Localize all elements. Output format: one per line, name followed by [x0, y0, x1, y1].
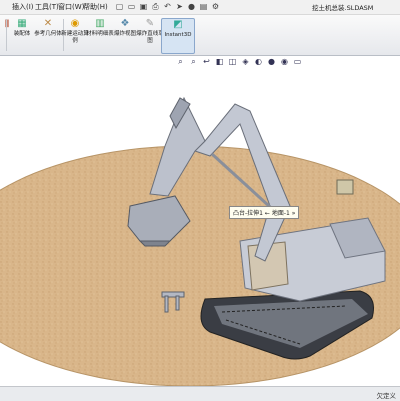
- status-bar: 欠定义: [0, 386, 400, 401]
- rebuild-icon[interactable]: ●: [186, 1, 197, 12]
- reference-geometry-label: 参考几何体: [34, 31, 62, 37]
- assembly-feature-label: 装配体: [13, 31, 31, 37]
- document-title: 挖土机总装.SLDASM: [312, 4, 374, 12]
- save-icon[interactable]: ▣: [138, 1, 149, 12]
- instant3d-icon: ◩: [173, 19, 183, 30]
- new-motion-study-icon: ◉: [70, 18, 80, 29]
- reference-geometry-icon: ✕: [43, 18, 53, 29]
- menu-help[interactable]: 帮助(H): [83, 2, 108, 12]
- command-manager: ▮ ▦ 装配体 ✕ 参考几何体 ◉ 新建运动算例 ▥ 材料明细表 ❖ 爆炸视图 …: [0, 15, 400, 56]
- graphics-area[interactable]: ⌕ ⌕ ↩ ◧ ◫ ◈ ◐ ● ◉ ▭ 凸台-拉伸1 ← 地面-1 »: [0, 56, 400, 386]
- open-icon[interactable]: ▭: [126, 1, 137, 12]
- instant3d-button[interactable]: ◩ Instant3D: [161, 18, 195, 54]
- exploded-view-icon: ❖: [120, 18, 130, 29]
- menu-insert[interactable]: 插入(I): [12, 2, 34, 12]
- assembly-icon: ▦: [17, 18, 27, 29]
- explode-line-sketch-label: 爆炸直线草图: [136, 31, 164, 44]
- menu-tools[interactable]: 工具(T): [35, 2, 59, 12]
- model-view[interactable]: [0, 56, 400, 386]
- menu-bar: 插入(I) 工具(T) 窗口(W) 帮助(H) ▢ ▭ ▣ ⎙ ↶ ➤ ● ▤ …: [0, 0, 400, 15]
- selection-tooltip: 凸台-拉伸1 ← 地面-1 »: [229, 206, 300, 219]
- reference-geometry-button[interactable]: ✕ 参考几何体: [33, 18, 63, 52]
- file-properties-icon[interactable]: ▤: [198, 1, 209, 12]
- definition-status: 欠定义: [376, 392, 397, 400]
- exploded-view-label: 爆炸视图: [113, 31, 136, 37]
- instant3d-label: Instant3D: [164, 32, 192, 38]
- undo-icon[interactable]: ↶: [162, 1, 173, 12]
- quick-access-toolbar: ▢ ▭ ▣ ⎙ ↶ ➤ ● ▤ ⚙: [114, 1, 221, 12]
- menu-window[interactable]: 窗口(W): [58, 2, 84, 12]
- new-icon[interactable]: ▢: [114, 1, 125, 12]
- bill-of-materials-icon: ▥: [95, 18, 105, 29]
- explode-line-sketch-icon: ✎: [145, 18, 155, 29]
- print-icon[interactable]: ⎙: [150, 1, 161, 12]
- options-icon[interactable]: ⚙: [210, 1, 221, 12]
- engine-part[interactable]: [336, 179, 354, 195]
- select-icon[interactable]: ➤: [174, 1, 185, 12]
